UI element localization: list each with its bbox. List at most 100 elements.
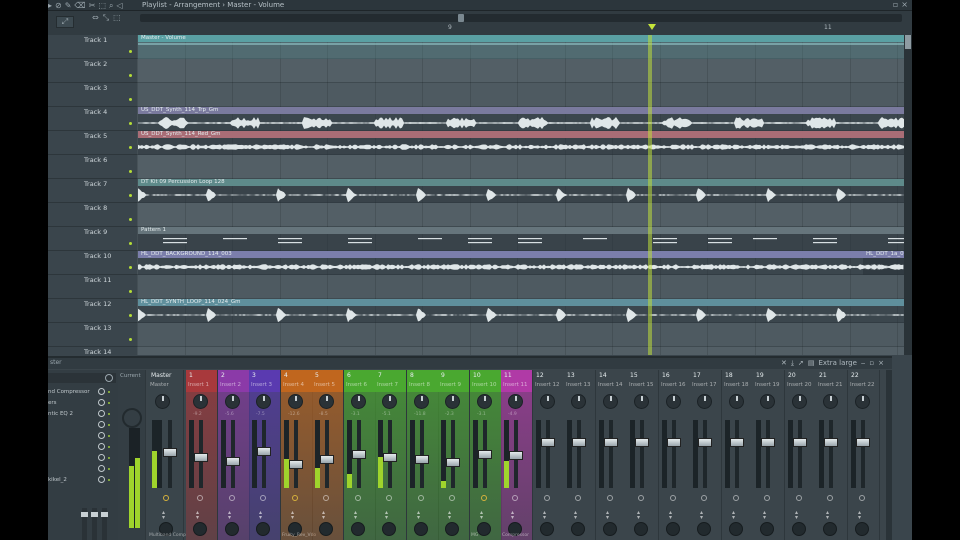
slot-mix-ring-icon[interactable] xyxy=(98,432,105,439)
audio-clip[interactable]: US_DDT_Synth_114_Red_Gm xyxy=(138,131,904,155)
stereo-knob[interactable] xyxy=(193,522,207,536)
wrench-icon[interactable]: ✕ xyxy=(781,359,787,368)
fader-track[interactable] xyxy=(640,420,644,488)
volume-fader[interactable] xyxy=(289,460,303,469)
track-led-icon[interactable] xyxy=(129,50,132,53)
download-icon[interactable]: ⤓ xyxy=(791,359,794,368)
fader-track[interactable] xyxy=(703,420,707,488)
insert-strip[interactable]: 13 Insert 13 ▴ ▾ xyxy=(564,370,596,540)
track-led-icon[interactable] xyxy=(129,266,132,269)
route-ring-icon[interactable] xyxy=(575,495,581,501)
vertical-scrollbar[interactable] xyxy=(904,35,912,355)
route-ring-icon[interactable] xyxy=(418,495,424,501)
track-lane[interactable] xyxy=(137,323,904,347)
stereo-knob[interactable] xyxy=(603,522,617,536)
fader-track[interactable] xyxy=(325,420,329,488)
track-header[interactable]: Track 13 xyxy=(48,323,137,347)
stereo-knob[interactable] xyxy=(855,522,869,536)
track-header[interactable]: Track 7 xyxy=(48,179,137,203)
track-header[interactable]: Track 12 xyxy=(48,299,137,323)
track-lane[interactable] xyxy=(137,347,904,355)
insert-strip[interactable]: 3 Insert 3 -7.5 ▴ ▾ xyxy=(249,370,281,540)
stereo-knob[interactable] xyxy=(697,522,711,536)
pan-knob[interactable] xyxy=(666,394,681,409)
track-led-icon[interactable] xyxy=(129,98,132,101)
track-header[interactable]: Track 5 xyxy=(48,131,137,155)
stereo-knob[interactable] xyxy=(382,522,396,536)
pan-knob[interactable] xyxy=(414,394,429,409)
pan-knob[interactable] xyxy=(603,394,618,409)
stereo-knob[interactable] xyxy=(477,522,491,536)
pattern-clip[interactable]: Pattern 1 xyxy=(138,227,904,251)
stereo-knob[interactable] xyxy=(792,522,806,536)
insert-strip[interactable]: 5 Insert 5 -8.5 ▴ ▾ xyxy=(312,370,344,540)
track-lane[interactable] xyxy=(137,275,904,299)
fader-track[interactable] xyxy=(577,420,581,488)
stereo-knob[interactable] xyxy=(760,522,774,536)
current-strip[interactable]: Current xyxy=(118,370,146,540)
insert-strip[interactable]: 20 Insert 20 ▴ ▾ xyxy=(785,370,817,540)
pan-knob[interactable] xyxy=(155,394,170,409)
timeline-ruler[interactable]: 9 11 xyxy=(140,24,904,34)
pan-knob[interactable] xyxy=(855,394,870,409)
horizontal-scrollbar[interactable] xyxy=(140,14,902,22)
track-header[interactable]: Track 3 xyxy=(48,83,137,107)
stereo-arrows-icon[interactable]: ▴ ▾ xyxy=(574,510,577,521)
volume-fader[interactable] xyxy=(667,438,681,447)
stereo-arrows-icon[interactable]: ▴ ▾ xyxy=(858,510,861,521)
pan-knob[interactable] xyxy=(823,394,838,409)
stereo-arrows-icon[interactable]: ▴ ▾ xyxy=(417,510,420,521)
pan-knob[interactable] xyxy=(445,394,460,409)
volume-fader[interactable] xyxy=(163,448,177,457)
playhead-marker-icon[interactable] xyxy=(648,24,656,30)
stereo-knob[interactable] xyxy=(351,522,365,536)
menu-arrow-icon[interactable]: ▸ xyxy=(48,1,52,10)
slot-enable-icon[interactable] xyxy=(108,435,110,437)
fader-track[interactable] xyxy=(735,420,739,488)
close-icon[interactable]: × xyxy=(878,359,884,368)
track-led-icon[interactable] xyxy=(129,242,132,245)
effect-slot[interactable] xyxy=(48,442,118,452)
audio-clip[interactable]: DT Kit 09 Percussion Loop 128 xyxy=(138,179,904,203)
track-header[interactable]: Track 11 xyxy=(48,275,137,299)
route-ring-icon[interactable] xyxy=(386,495,392,501)
volume-fader[interactable] xyxy=(446,458,460,467)
track-led-icon[interactable] xyxy=(129,314,132,317)
route-ring-icon[interactable] xyxy=(260,495,266,501)
slot-enable-icon[interactable] xyxy=(108,468,110,470)
maximize-icon[interactable]: ▫ xyxy=(893,0,898,10)
track-header[interactable]: Track 10 xyxy=(48,251,137,275)
route-ring-icon[interactable] xyxy=(796,495,802,501)
insert-strip[interactable]: 6 Insert 6 -3.1 ▴ ▾ xyxy=(344,370,376,540)
route-ring-icon[interactable] xyxy=(701,495,707,501)
track-led-icon[interactable] xyxy=(129,146,132,149)
stereo-arrows-icon[interactable]: ▴ ▾ xyxy=(763,510,766,521)
effect-slot[interactable] xyxy=(48,464,118,474)
slot-mix-ring-icon[interactable] xyxy=(98,421,105,428)
stereo-arrows-icon[interactable]: ▴ ▾ xyxy=(606,510,609,521)
slot-enable-icon[interactable] xyxy=(108,479,110,481)
pan-knob[interactable] xyxy=(729,394,744,409)
vertical-scroll-thumb[interactable] xyxy=(905,35,911,49)
volume-fader[interactable] xyxy=(572,438,586,447)
volume-fader[interactable] xyxy=(257,447,271,456)
insert-strip[interactable]: 10 Insert 10 -3.1 ▴ ▾ MG xyxy=(470,370,502,540)
stereo-knob[interactable] xyxy=(666,522,680,536)
stereo-arrows-icon[interactable]: ▴ ▾ xyxy=(480,510,483,521)
master-strip[interactable]: Master Master ▴ ▾ Multiband Comp xyxy=(148,370,186,540)
pan-knob[interactable] xyxy=(634,394,649,409)
eq-fader[interactable] xyxy=(81,508,88,540)
snap-button[interactable]: ⤢ xyxy=(56,16,74,28)
stereo-arrows-icon[interactable]: ▴ ▾ xyxy=(291,510,294,521)
track-header[interactable]: Track 8 xyxy=(48,203,137,227)
insert-strip[interactable]: 9 Insert 9 -2.3 ▴ ▾ xyxy=(438,370,470,540)
volume-fader[interactable] xyxy=(698,438,712,447)
stereo-arrows-icon[interactable]: ▴ ▾ xyxy=(196,510,199,521)
slot-mix-ring-icon[interactable] xyxy=(98,443,105,450)
automation-clip[interactable]: Master - Volume xyxy=(138,35,904,59)
close-icon[interactable]: × xyxy=(901,0,908,10)
pan-knob[interactable] xyxy=(571,394,586,409)
insert-strip[interactable]: 1 Insert 1 -9.2 ▴ ▾ xyxy=(186,370,218,540)
speaker-icon[interactable]: ◁ xyxy=(116,1,122,10)
fader-track[interactable] xyxy=(798,420,802,488)
